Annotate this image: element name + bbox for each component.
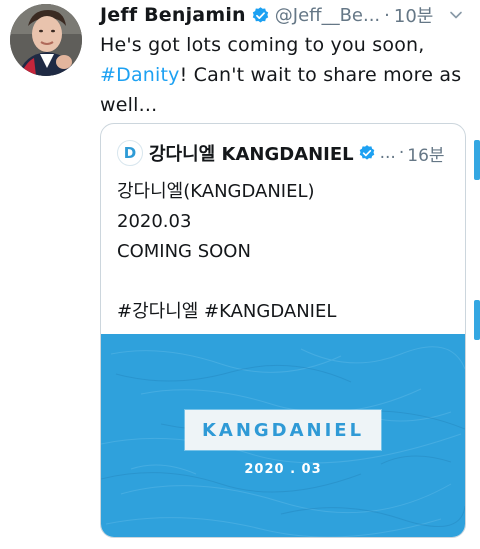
author-name[interactable]: Jeff Benjamin — [100, 4, 246, 26]
author-avatar[interactable] — [10, 4, 82, 76]
quoted-text-line: COMING SOON — [117, 241, 251, 262]
quoted-media-image[interactable]: KANGDANIEL 2020 . 03 — [101, 334, 465, 537]
media-date-text: 2020 . 03 — [244, 462, 322, 477]
quoted-text-line — [117, 267, 447, 297]
quoted-tweet-header: D 강다니엘 KANGDANIEL ... · 16분 — [117, 138, 457, 168]
quoted-hashtags[interactable]: #강다니엘 #KANGDANIEL — [117, 297, 447, 327]
tweet-text-fragment: ! Can't wait to share more as — [179, 64, 462, 86]
hashtag-link[interactable]: #Danity — [100, 64, 180, 86]
tweet-text-line: well... — [100, 94, 158, 116]
tweet-body: He's got lots coming to you soon, #Danit… — [100, 30, 470, 120]
quoted-avatar-letter: D — [123, 144, 137, 162]
quoted-author-avatar[interactable]: D — [117, 140, 143, 166]
chevron-down-icon[interactable] — [448, 7, 464, 23]
quoted-author-handle[interactable]: ... — [380, 143, 396, 163]
side-edge-mark — [474, 140, 480, 180]
quoted-timestamp[interactable]: 16분 — [407, 141, 444, 166]
author-handle[interactable]: @Jeff__Be... — [275, 5, 380, 26]
kangdaniel-logo: KANGDANIEL — [185, 410, 381, 450]
side-edge-mark — [474, 300, 480, 340]
logo-text: KANGDANIEL — [201, 419, 365, 441]
tweet-timestamp[interactable]: 10분 — [394, 2, 433, 28]
tweet-view: Jeff Benjamin @Jeff__Be... · 10분 He's go… — [0, 0, 480, 549]
quoted-tweet-card[interactable]: D 강다니엘 KANGDANIEL ... · 16분 강다니엘(KANGDAN… — [100, 123, 466, 538]
quoted-text-line: 강다니엘(KANGDANIEL) — [117, 181, 315, 202]
quoted-text-line: 2020.03 — [117, 211, 192, 232]
verified-badge-icon — [252, 6, 268, 23]
verified-badge-icon — [359, 145, 374, 160]
time-separator: · — [384, 4, 390, 26]
quoted-tweet-body: 강다니엘(KANGDANIEL) 2020.03 COMING SOON #강다… — [117, 177, 447, 327]
time-separator: · — [398, 143, 405, 163]
tweet-header: Jeff Benjamin @Jeff__Be... · 10분 — [100, 1, 468, 29]
tweet-text-line: He's got lots coming to you soon, — [100, 34, 425, 56]
quoted-author-name[interactable]: 강다니엘 KANGDANIEL — [149, 140, 354, 166]
tweet-text-line: #Danity! Can't wait to share more as — [100, 60, 470, 90]
